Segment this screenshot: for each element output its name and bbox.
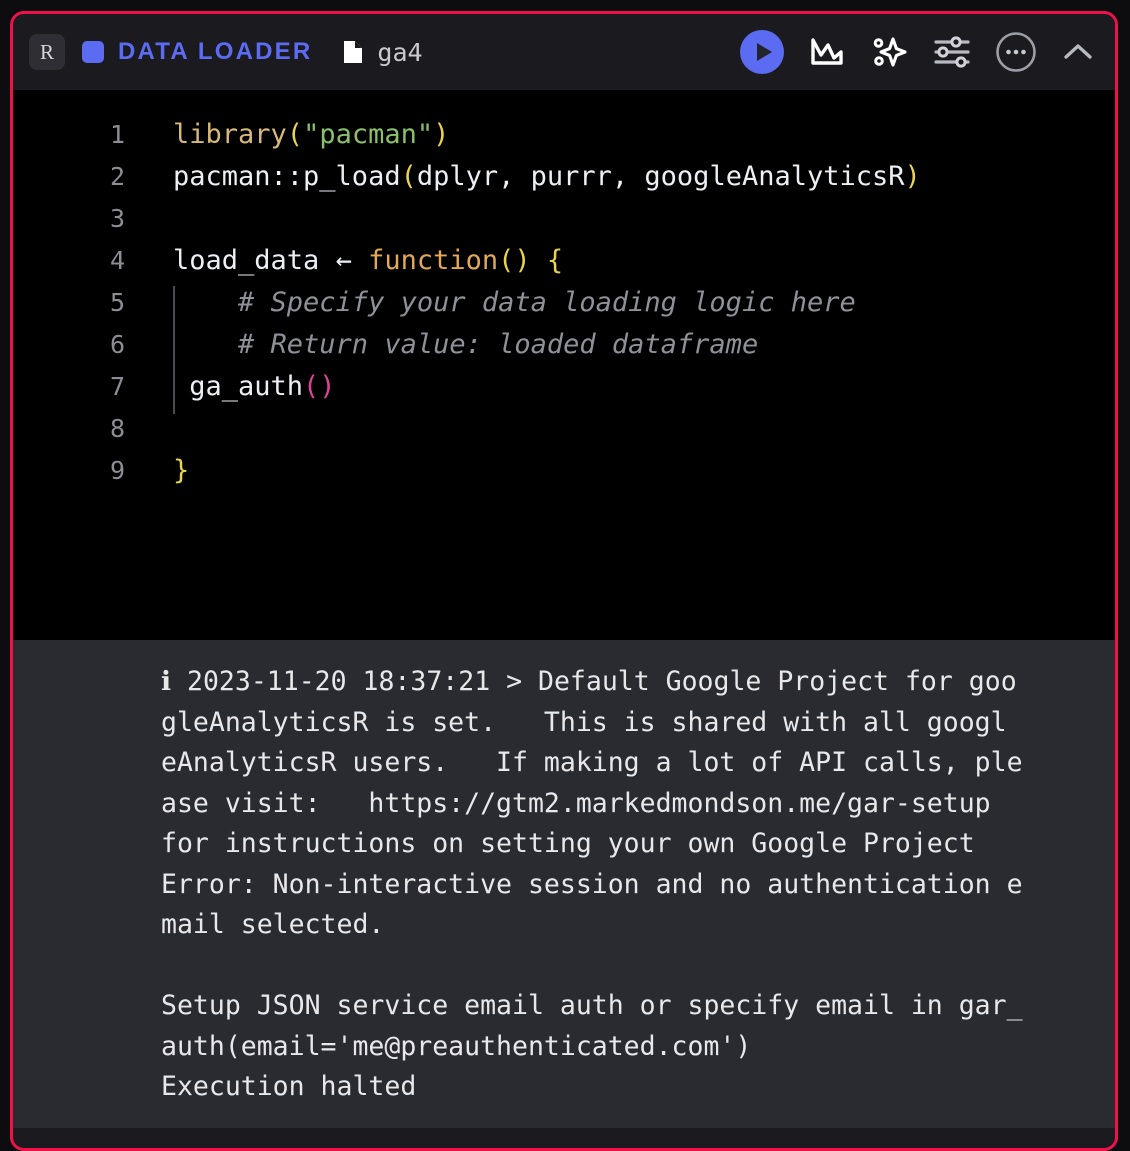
more-options-button[interactable]: [995, 31, 1037, 73]
code-line-content: # Specify your data loading logic here: [125, 282, 1115, 330]
code-line-content: ga_auth(): [125, 360, 1115, 414]
code-line: 4 load_data ← function() {: [13, 240, 1115, 282]
code-line: 1 library("pacman"): [13, 114, 1115, 156]
code-token-paren: (): [498, 245, 531, 276]
block-header: R DATA LOADER ga4: [13, 14, 1115, 90]
code-token-args: dplyr, purrr, googleAnalyticsR: [416, 161, 905, 192]
code-token-paren: (: [286, 119, 304, 150]
code-line: 9 }: [13, 450, 1115, 492]
code-token-function-name: library: [173, 119, 287, 150]
sliders-icon: [934, 36, 970, 68]
code-token-identifier: ga_auth: [173, 371, 304, 402]
output-line: eAnalyticsR users. If making a lot of AP…: [161, 747, 1023, 778]
output-line: mail selected.: [161, 909, 385, 940]
run-button[interactable]: [739, 29, 785, 75]
output-line: ℹ 2023-11-20 18:37:21 > Default Google P…: [161, 666, 1017, 697]
code-line-content: # Return value: loaded dataframe: [125, 318, 1115, 372]
code-token-paren: ): [904, 161, 921, 192]
code-token-identifier: pacman::p_load: [173, 161, 401, 192]
settings-button[interactable]: [931, 31, 973, 73]
chart-button[interactable]: [807, 32, 847, 72]
code-line: 5 # Specify your data loading logic here: [13, 282, 1115, 330]
code-token-paren: ): [433, 119, 450, 150]
output-line: for instructions on setting your own Goo…: [161, 828, 975, 859]
code-line-content: library("pacman"): [125, 114, 1115, 156]
code-line-content: pacman::p_load(dplyr, purrr, googleAnaly…: [125, 156, 1115, 198]
ai-assist-button[interactable]: [869, 32, 909, 72]
code-token-brace: }: [173, 455, 190, 486]
language-badge-r[interactable]: R: [29, 34, 65, 70]
output-line: Setup JSON service email auth or specify…: [161, 990, 1023, 1021]
line-number: 1: [109, 120, 125, 149]
code-line: 7 ga_auth(): [13, 360, 1115, 414]
data-loader-block[interactable]: R DATA LOADER ga4 1 library("pacman") 2 …: [10, 11, 1118, 1151]
code-token-paren: (): [303, 371, 336, 402]
line-number: 4: [109, 246, 125, 275]
output-line: gleAnalyticsR is set. This is shared wit…: [161, 706, 1007, 738]
code-token-identifier: load_data: [173, 245, 336, 276]
area-chart-icon: [811, 38, 843, 65]
output-line: Error: Non-interactive session and no au…: [161, 868, 1023, 900]
output-line: auth(email='me@preauthenticated.com'): [161, 1030, 752, 1062]
line-number: 8: [109, 414, 125, 443]
play-icon: [740, 30, 784, 74]
file-name-label: ga4: [377, 37, 423, 67]
output-console[interactable]: ℹ 2023-11-20 18:37:21 > Default Google P…: [13, 640, 1115, 1128]
line-number: 2: [109, 162, 125, 191]
block-type-swatch: [82, 41, 104, 63]
output-line: Execution halted: [161, 1071, 417, 1102]
file-icon: [344, 41, 363, 63]
code-line: 2 pacman::p_load(dplyr, purrr, googleAna…: [13, 156, 1115, 198]
code-line: 6 # Return value: loaded dataframe: [13, 318, 1115, 372]
code-token-keyword: function: [351, 245, 499, 276]
chevron-up-icon: [1064, 44, 1092, 59]
line-number: 3: [109, 204, 125, 233]
line-number: 5: [109, 288, 125, 317]
code-line-content: }: [125, 450, 1115, 492]
code-line: 3: [13, 198, 1115, 240]
code-token-brace: {: [530, 245, 564, 276]
ellipsis-icon: [996, 32, 1036, 72]
collapse-button[interactable]: [1059, 33, 1097, 71]
line-number: 7: [109, 372, 125, 401]
code-token-assign-arrow: ←: [335, 245, 352, 276]
code-editor[interactable]: 1 library("pacman") 2 pacman::p_load(dpl…: [13, 90, 1115, 640]
line-number: 9: [109, 456, 125, 485]
sparkle-icon: [873, 37, 907, 67]
code-token-string: "pacman": [303, 119, 434, 150]
code-line-content: load_data ← function() {: [125, 240, 1115, 282]
code-line: 8: [13, 408, 1115, 450]
line-number: 6: [109, 330, 125, 359]
block-kind-label: DATA LOADER: [118, 38, 313, 65]
output-line-blank: [13, 946, 1115, 987]
code-token-paren: (: [400, 161, 417, 192]
output-line: ase visit: https://gtm2.markedmondson.me…: [161, 787, 991, 819]
